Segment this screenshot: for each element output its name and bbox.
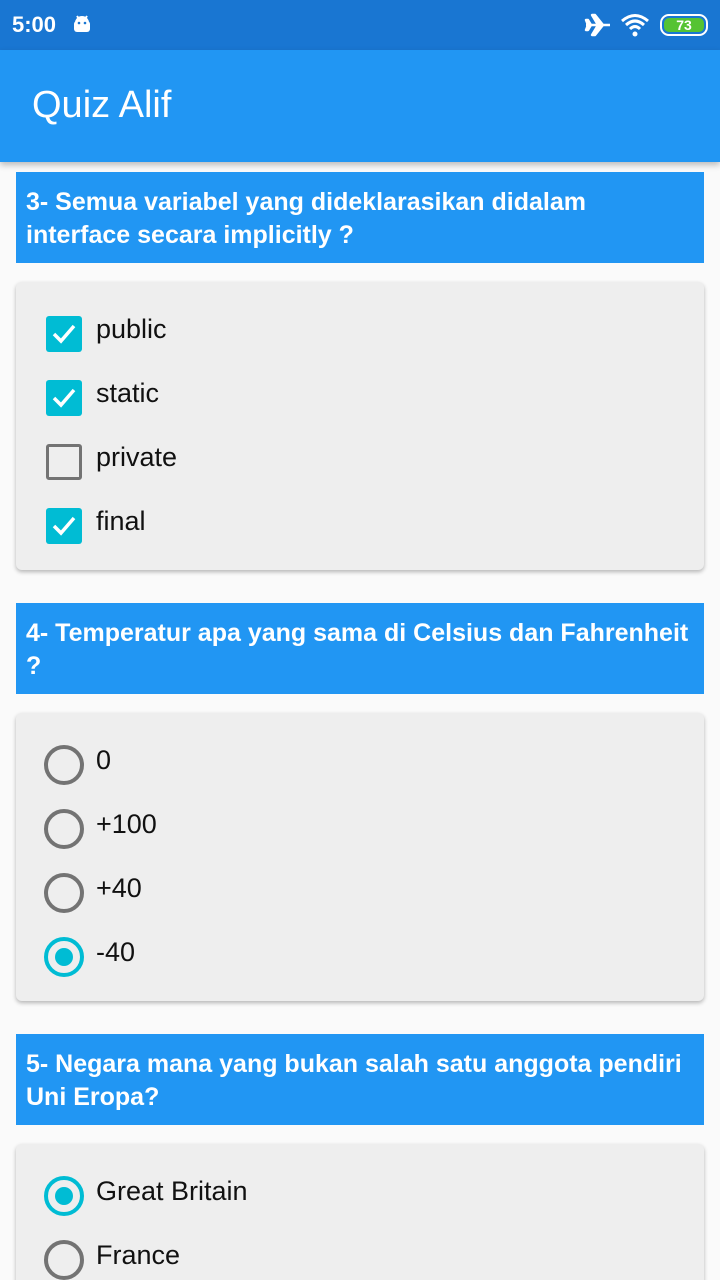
radio-dot <box>55 948 73 966</box>
option-label: static <box>96 378 160 408</box>
option-label: -40 <box>96 937 136 967</box>
option-minus-40[interactable]: -40 <box>16 925 704 981</box>
question-3-options-card: public static private final <box>16 282 704 570</box>
status-time: 5:00 <box>12 12 57 37</box>
option-label: +40 <box>96 873 142 903</box>
android-icon <box>72 14 92 39</box>
status-bar: 5:00 73 <box>0 0 720 50</box>
checkbox-unchecked[interactable] <box>46 444 82 480</box>
airplane-mode-icon <box>584 12 612 43</box>
option-public[interactable]: public <box>16 302 704 358</box>
radio-unselected[interactable] <box>44 1240 84 1280</box>
check-icon <box>52 516 76 536</box>
option-france[interactable]: France <box>16 1228 704 1280</box>
check-icon <box>52 324 76 344</box>
radio-selected[interactable] <box>44 1176 84 1216</box>
checkbox-checked[interactable] <box>46 316 82 352</box>
option-private[interactable]: private <box>16 430 704 486</box>
option-label: +100 <box>96 809 157 839</box>
option-plus-100[interactable]: +100 <box>16 797 704 853</box>
radio-unselected[interactable] <box>44 809 84 849</box>
option-label: France <box>96 1240 181 1270</box>
radio-unselected[interactable] <box>44 745 84 785</box>
option-final[interactable]: final <box>16 494 704 550</box>
radio-selected[interactable] <box>44 937 84 977</box>
option-label: final <box>96 506 146 536</box>
option-0[interactable]: 0 <box>16 733 704 789</box>
app-title: Quiz Alif <box>32 84 172 126</box>
question-5-title: 5- Negara mana yang bukan salah satu ang… <box>16 1034 704 1125</box>
option-static[interactable]: static <box>16 366 704 422</box>
option-label: private <box>96 442 178 472</box>
battery-level: 73 <box>664 18 704 32</box>
option-label: 0 <box>96 745 112 775</box>
radio-unselected[interactable] <box>44 873 84 913</box>
app-bar: Quiz Alif <box>0 50 720 162</box>
radio-dot <box>55 1187 73 1205</box>
option-plus-40[interactable]: +40 <box>16 861 704 917</box>
wifi-icon <box>620 12 650 43</box>
question-4-options-card: 0 +100 +40 -40 <box>16 713 704 1001</box>
check-icon <box>52 388 76 408</box>
option-label: Great Britain <box>96 1176 248 1206</box>
checkbox-checked[interactable] <box>46 380 82 416</box>
question-3-title: 3- Semua variabel yang dideklarasikan di… <box>16 172 704 263</box>
option-great-britain[interactable]: Great Britain <box>16 1164 704 1220</box>
option-label: public <box>96 314 167 344</box>
question-5-options-card: Great Britain France <box>16 1144 704 1280</box>
quiz-list[interactable]: 3- Semua variabel yang dideklarasikan di… <box>0 162 720 1280</box>
checkbox-checked[interactable] <box>46 508 82 544</box>
question-4-title: 4- Temperatur apa yang sama di Celsius d… <box>16 603 704 694</box>
battery-icon: 73 <box>660 14 708 36</box>
